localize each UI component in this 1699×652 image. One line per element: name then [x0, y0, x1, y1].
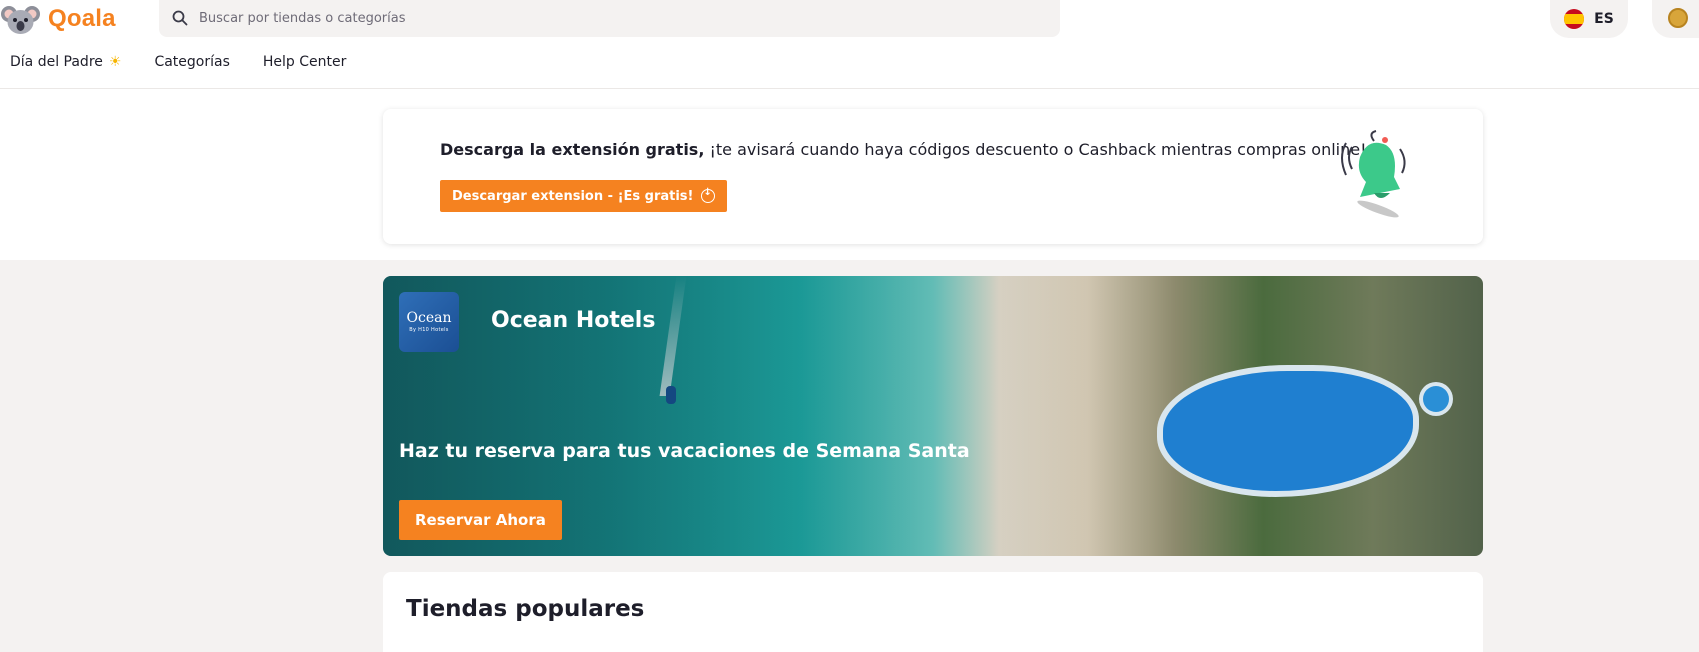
- search-bar[interactable]: [159, 0, 1060, 37]
- brand-logo-text: Ocean: [406, 310, 452, 326]
- section-title: Tiendas populares: [406, 596, 645, 622]
- qoala-logo[interactable]: Qoala: [0, 0, 116, 38]
- spain-flag-icon: [1564, 9, 1585, 29]
- search-input[interactable]: [199, 0, 1039, 37]
- download-icon: [701, 187, 716, 203]
- koala-logo-icon: [1, 6, 40, 34]
- language-selector[interactable]: ES: [1550, 0, 1628, 38]
- brand-logo-subtext: By H10 Hotels: [409, 327, 449, 333]
- top-header: Qoala ES Día del Padre ☀ Categorías Help…: [0, 0, 1699, 89]
- reserve-now-button[interactable]: Reservar Ahora: [399, 500, 562, 540]
- extension-text: Descarga la extensión gratis, ¡te avisar…: [440, 140, 1367, 159]
- language-label: ES: [1594, 11, 1614, 27]
- main-nav: Día del Padre ☀ Categorías Help Center: [10, 54, 379, 70]
- download-extension-button[interactable]: Descargar extension - ¡Es gratis!: [440, 180, 728, 212]
- coins-button[interactable]: [1652, 0, 1699, 38]
- search-icon: [172, 10, 188, 26]
- nav-item-help-center[interactable]: Help Center: [263, 54, 347, 70]
- coin-icon: [1668, 8, 1688, 28]
- nav-item-label: Día del Padre: [10, 54, 103, 70]
- bell-icon: [1341, 130, 1406, 218]
- promo-hero[interactable]: Ocean By H10 Hotels Ocean Hotels Haz tu …: [383, 276, 1483, 556]
- nav-item-label: Categorías: [154, 54, 230, 70]
- ocean-hotels-logo: Ocean By H10 Hotels: [399, 292, 459, 352]
- extension-text-body: ¡te avisará cuando haya códigos descuent…: [704, 140, 1367, 159]
- download-extension-label: Descargar extension - ¡Es gratis!: [452, 188, 694, 204]
- extension-text-bold: Descarga la extensión gratis,: [440, 140, 705, 159]
- nav-item-categorias[interactable]: Categorías: [154, 54, 229, 70]
- extension-banner: Descarga la extensión gratis, ¡te avisar…: [383, 109, 1483, 244]
- logo-text: Qoala: [48, 5, 116, 32]
- brand-name: Ocean Hotels: [491, 308, 656, 333]
- nav-item-dia-del-padre[interactable]: Día del Padre ☀: [10, 54, 121, 70]
- hero-tagline: Haz tu reserva para tus vacaciones de Se…: [399, 440, 970, 462]
- popular-stores-section: Tiendas populares: [383, 572, 1483, 652]
- sun-icon: ☀: [108, 54, 122, 70]
- nav-item-label: Help Center: [262, 54, 347, 70]
